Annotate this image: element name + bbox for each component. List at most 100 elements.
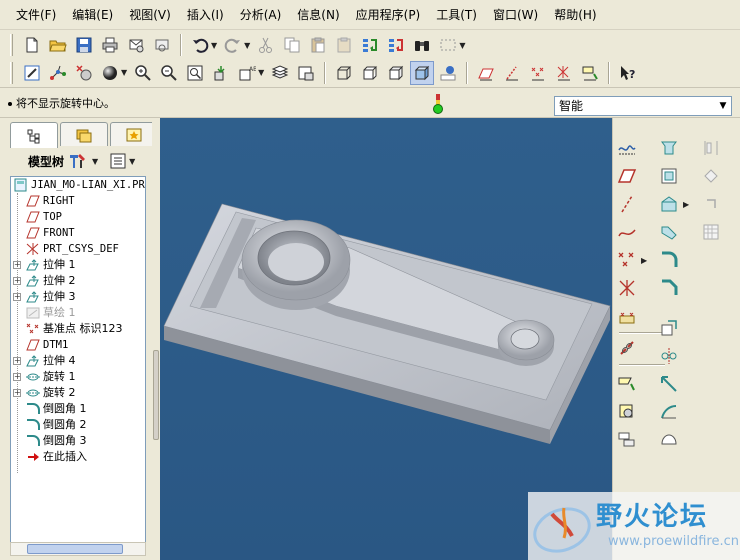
- connection-curve-button[interactable]: [615, 336, 639, 360]
- rib-tool-button[interactable]: [615, 400, 639, 424]
- wireframe-button[interactable]: [332, 61, 356, 85]
- toolbar-grip[interactable]: [10, 61, 13, 84]
- tree-item-extrude-3[interactable]: + 拉伸 3: [11, 289, 145, 305]
- blend-tool-button[interactable]: [657, 220, 681, 244]
- tree-item-front[interactable]: FRONT: [11, 225, 145, 241]
- horizontal-scrollbar[interactable]: [10, 542, 146, 556]
- tree-item-csys[interactable]: PRT_CSYS_DEF: [11, 241, 145, 257]
- expand-plus-icon[interactable]: +: [13, 373, 21, 381]
- expand-plus-icon[interactable]: +: [13, 261, 21, 269]
- expand-plus-icon[interactable]: +: [13, 357, 21, 365]
- pattern-tool-button[interactable]: [699, 136, 723, 160]
- chamfer-tool-button[interactable]: [657, 276, 681, 300]
- datum-point-dropdown-icon[interactable]: ▶: [641, 256, 647, 265]
- menu-view[interactable]: 视图(V): [121, 4, 179, 26]
- analysis-feature-button[interactable]: [615, 304, 639, 328]
- open-file-button[interactable]: [46, 33, 70, 57]
- zoom-out-button[interactable]: [157, 61, 181, 85]
- trim-tool-button[interactable]: [699, 192, 723, 216]
- chevron-down-icon[interactable]: ▼: [715, 97, 731, 115]
- saved-views-dropdown-icon[interactable]: ▼: [258, 68, 264, 77]
- new-file-button[interactable]: [20, 33, 44, 57]
- sweep-dropdown-icon[interactable]: ▶: [683, 200, 689, 209]
- menu-edit[interactable]: 编辑(E): [64, 4, 121, 26]
- datum-point-display-button[interactable]: [526, 61, 550, 85]
- hole-tool-button[interactable]: [615, 372, 639, 396]
- datum-axis-display-button[interactable]: [500, 61, 524, 85]
- sketch-button[interactable]: [20, 61, 44, 85]
- select-box-button[interactable]: [436, 33, 460, 57]
- menu-insert[interactable]: 插入(I): [179, 4, 232, 26]
- layers-button[interactable]: [268, 61, 292, 85]
- orient-button[interactable]: [72, 61, 96, 85]
- expand-plus-icon[interactable]: +: [13, 293, 21, 301]
- offset-tool-button[interactable]: [657, 428, 681, 452]
- tree-item-right[interactable]: RIGHT: [11, 193, 145, 209]
- context-help-button[interactable]: ?: [616, 61, 640, 85]
- menu-tools[interactable]: 工具(T): [428, 4, 485, 26]
- tree-item-top[interactable]: TOP: [11, 209, 145, 225]
- model-tree[interactable]: JIAN_MO-LIAN_XI.PRT RIGHT TOP FRONT PRT_…: [10, 176, 146, 546]
- mirror-tool-button[interactable]: [657, 344, 681, 368]
- datum-plane-display-button[interactable]: [474, 61, 498, 85]
- regen-manager-button[interactable]: [384, 33, 408, 57]
- tree-item-insert-here[interactable]: 在此插入: [11, 449, 145, 465]
- sweep-tool-button[interactable]: [657, 192, 681, 216]
- settings-tools-icon[interactable]: [68, 152, 90, 170]
- thicken-tool-button[interactable]: [699, 220, 723, 244]
- show-list-icon[interactable]: [109, 152, 127, 170]
- tree-item-part[interactable]: JIAN_MO-LIAN_XI.PRT: [11, 177, 145, 193]
- menu-applications[interactable]: 应用程序(P): [348, 4, 429, 26]
- expand-plus-icon[interactable]: +: [13, 277, 21, 285]
- cut-button[interactable]: [254, 33, 278, 57]
- paste-button[interactable]: [306, 33, 330, 57]
- send-link-button[interactable]: [150, 33, 174, 57]
- tab-folder-browser[interactable]: [60, 122, 108, 146]
- scrollbar-thumb[interactable]: [27, 544, 123, 554]
- undo-dropdown-icon[interactable]: ▼: [211, 41, 217, 50]
- datum-axis-tool-button[interactable]: [615, 192, 639, 216]
- shell-tool-button[interactable]: [615, 428, 639, 452]
- tree-item-extrude-1[interactable]: + 拉伸 1: [11, 257, 145, 273]
- expand-plus-icon[interactable]: +: [13, 389, 21, 397]
- view-manager-button[interactable]: [294, 61, 318, 85]
- panel-splitter[interactable]: [152, 120, 160, 560]
- tree-item-sketch-1[interactable]: 草绘 1: [11, 305, 145, 321]
- redo-button[interactable]: [221, 33, 245, 57]
- move-tool-button[interactable]: [657, 372, 681, 396]
- shade-sphere-button[interactable]: [98, 61, 122, 85]
- select-dropdown-icon[interactable]: ▼: [459, 41, 465, 50]
- menu-file[interactable]: 文件(F): [8, 4, 64, 26]
- tree-item-revolve-1[interactable]: + 旋转 1: [11, 369, 145, 385]
- shading-button[interactable]: [410, 60, 435, 85]
- splitter-handle[interactable]: [153, 350, 159, 440]
- datum-curve-sketch-button[interactable]: [615, 136, 639, 160]
- selection-filter-select[interactable]: 智能 ▼: [554, 96, 732, 116]
- refit-button[interactable]: [183, 61, 207, 85]
- merge-tool-button[interactable]: [657, 400, 681, 424]
- tree-item-extrude-4[interactable]: + 拉伸 4: [11, 353, 145, 369]
- traffic-light-icon[interactable]: [432, 94, 444, 114]
- tab-favorites[interactable]: [110, 122, 158, 146]
- paste-special-button[interactable]: [332, 33, 356, 57]
- send-mail-button[interactable]: [124, 33, 148, 57]
- extrude-tool-button[interactable]: [657, 136, 681, 160]
- shade-dropdown-icon[interactable]: ▼: [121, 68, 127, 77]
- menu-window[interactable]: 窗口(W): [485, 4, 546, 26]
- tree-item-round-1[interactable]: 倒圆角 1: [11, 401, 145, 417]
- save-button[interactable]: [72, 33, 96, 57]
- tab-model-tree[interactable]: [10, 122, 58, 148]
- zoom-in-button[interactable]: [131, 61, 155, 85]
- settings-dropdown-icon[interactable]: ▼: [92, 157, 98, 166]
- model-tree-display-button[interactable]: [436, 61, 460, 85]
- no-hidden-button[interactable]: [384, 61, 408, 85]
- hidden-line-button[interactable]: [358, 61, 382, 85]
- datum-csys-tool-button[interactable]: [615, 276, 639, 300]
- tree-item-round-3[interactable]: 倒圆角 3: [11, 433, 145, 449]
- annotation-display-button[interactable]: [578, 61, 602, 85]
- tree-item-dtm1[interactable]: DTM1: [11, 337, 145, 353]
- menu-help[interactable]: 帮助(H): [546, 4, 604, 26]
- toolbar-grip[interactable]: [10, 34, 13, 56]
- copy-button[interactable]: [280, 33, 304, 57]
- revolve-tool-button[interactable]: [657, 164, 681, 188]
